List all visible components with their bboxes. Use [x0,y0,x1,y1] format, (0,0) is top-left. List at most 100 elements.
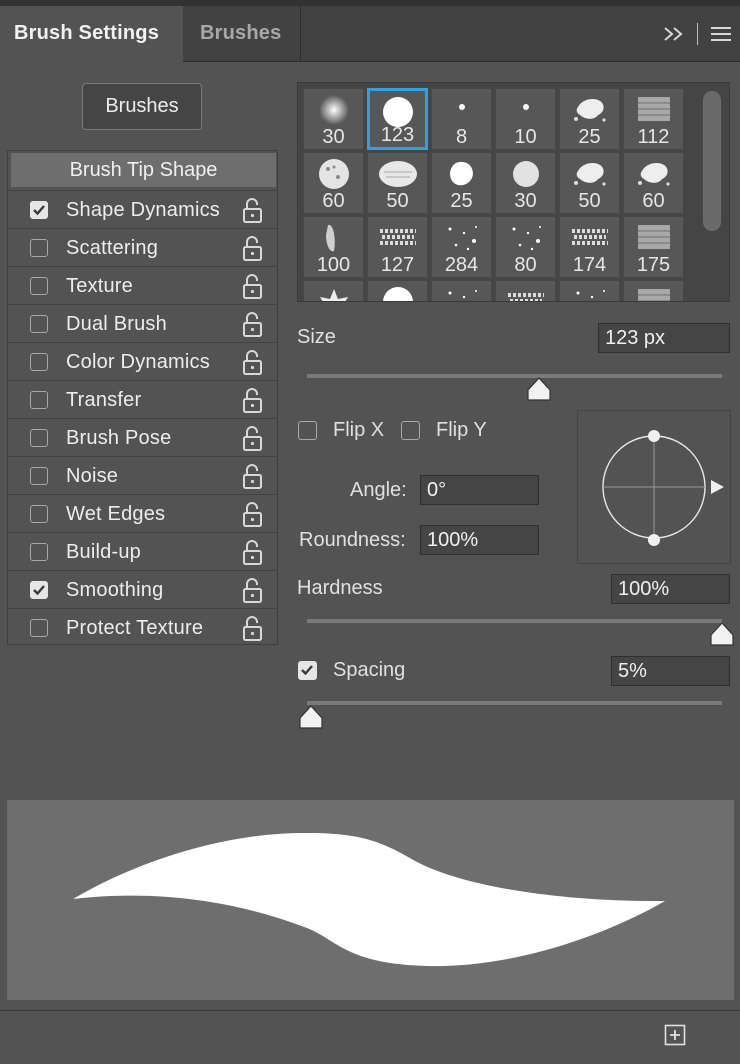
option-checkbox[interactable] [30,581,48,599]
unlocked-icon[interactable] [242,616,264,647]
option-checkbox[interactable] [30,201,48,219]
spacing-slider-thumb[interactable] [298,704,324,735]
size-field[interactable]: 123 px [598,323,730,353]
angle-field[interactable]: 0° [420,475,539,505]
brushes-button[interactable]: Brushes [82,83,202,130]
brush-tip-shape-item[interactable]: Brush Tip Shape [11,153,276,187]
unlocked-icon[interactable] [242,350,264,381]
brush-preset-30-9[interactable]: 30 [495,152,556,214]
option-checkbox[interactable] [30,429,48,447]
spacing-slider-track[interactable] [307,701,722,705]
size-slider-thumb[interactable] [526,376,552,407]
option-label: Shape Dynamics [66,199,220,221]
brush-preset-item-20[interactable] [431,280,492,301]
option-checkbox[interactable] [30,239,48,257]
unlocked-icon[interactable] [242,426,264,457]
unlocked-icon[interactable] [242,464,264,495]
roundness-label: Roundness: [299,529,406,551]
brush-preset-item-19[interactable] [367,280,428,301]
option-row-wet-edges[interactable]: Wet Edges [8,494,277,532]
option-label: Texture [66,275,133,297]
option-checkbox[interactable] [30,277,48,295]
brush-preset-50-10[interactable]: 50 [559,152,620,214]
option-row-color-dynamics[interactable]: Color Dynamics [8,342,277,380]
brush-angle-circle-icon[interactable] [578,411,732,565]
panel-footer [0,1010,740,1064]
brush-preset-60-6[interactable]: 60 [303,152,364,214]
brush-preset-8-2[interactable]: 8 [431,88,492,150]
unlocked-icon[interactable] [242,578,264,609]
spacing-field[interactable]: 5% [611,656,730,686]
brush-size-label: 112 [637,126,670,148]
unlocked-icon[interactable] [242,540,264,571]
brush-preset-25-4[interactable]: 25 [559,88,620,150]
option-row-dual-brush[interactable]: Dual Brush [8,304,277,342]
unlocked-icon[interactable] [242,198,264,229]
tab-brushes[interactable]: Brushes [183,6,301,62]
brush-size-label: 123 [380,124,415,146]
brush-preset-123-1[interactable]: 123 [367,88,428,150]
brush-preset-175-17[interactable]: 175 [623,216,684,278]
panel-menu-icon[interactable] [710,26,732,42]
flip-x-label: Flip X [333,419,385,441]
spacing-checkbox[interactable] [298,661,317,680]
brush-preset-112-5[interactable]: 112 [623,88,684,150]
option-checkbox[interactable] [30,619,48,637]
option-label: Transfer [66,389,142,411]
option-row-smoothing[interactable]: Smoothing [8,570,277,608]
option-row-noise[interactable]: Noise [8,456,277,494]
brush-preset-10-3[interactable]: 10 [495,88,556,150]
stroke-preview-shape [73,832,665,967]
flip-y-checkbox[interactable] [401,421,420,440]
brush-preset-60-11[interactable]: 60 [623,152,684,214]
unlocked-icon[interactable] [242,502,264,533]
option-row-protect-texture[interactable]: Protect Texture [8,608,277,646]
tab-brush-settings[interactable]: Brush Settings [0,6,183,63]
unlocked-icon[interactable] [242,236,264,267]
hardness-slider-thumb[interactable] [709,621,735,652]
option-row-texture[interactable]: Texture [8,266,277,304]
brush-preset-30-0[interactable]: 30 [303,88,364,150]
flip-x-checkbox[interactable] [298,421,317,440]
option-row-scattering[interactable]: Scattering [8,228,277,266]
hardness-label: Hardness [297,577,383,599]
option-row-transfer[interactable]: Transfer [8,380,277,418]
brush-preset-127-13[interactable]: 127 [367,216,428,278]
brush-size-label: 25 [578,126,601,148]
unlocked-icon[interactable] [242,388,264,419]
option-checkbox[interactable] [30,315,48,333]
brush-preset-item-23[interactable] [623,280,684,301]
brush-preset-item-21[interactable] [495,280,556,301]
scatter-brush-icon [442,285,482,301]
hardness-field[interactable]: 100% [611,574,730,604]
create-new-brush-icon[interactable] [664,1024,686,1051]
brush-preset-174-16[interactable]: 174 [559,216,620,278]
angle-roundness-widget[interactable] [577,410,731,564]
preset-scrollbar[interactable] [703,91,721,231]
brush-preset-50-7[interactable]: 50 [367,152,428,214]
brush-preset-item-22[interactable] [559,280,620,301]
option-label: Brush Pose [66,427,172,449]
option-checkbox[interactable] [30,543,48,561]
option-row-shape-dynamics[interactable]: Shape Dynamics [8,190,277,228]
size-slider-track[interactable] [307,374,722,378]
roundness-field[interactable]: 100% [420,525,539,555]
unlocked-icon[interactable] [242,312,264,343]
brush-preset-284-14[interactable]: 284 [431,216,492,278]
leaf-brush-icon [314,285,354,301]
brush-preset-item-18[interactable] [303,280,364,301]
hardness-slider-track[interactable] [307,619,722,623]
unlocked-icon[interactable] [242,274,264,305]
option-checkbox[interactable] [30,391,48,409]
brush-stroke-preview [7,800,734,1000]
option-row-build-up[interactable]: Build-up [8,532,277,570]
brush-preset-25-8[interactable]: 25 [431,152,492,214]
collapse-panel-icon[interactable] [663,26,685,42]
option-checkbox[interactable] [30,353,48,371]
brush-preset-80-15[interactable]: 80 [495,216,556,278]
spacing-label: Spacing [333,659,406,681]
option-row-brush-pose[interactable]: Brush Pose [8,418,277,456]
brush-preset-100-12[interactable]: 100 [303,216,364,278]
option-checkbox[interactable] [30,467,48,485]
option-checkbox[interactable] [30,505,48,523]
